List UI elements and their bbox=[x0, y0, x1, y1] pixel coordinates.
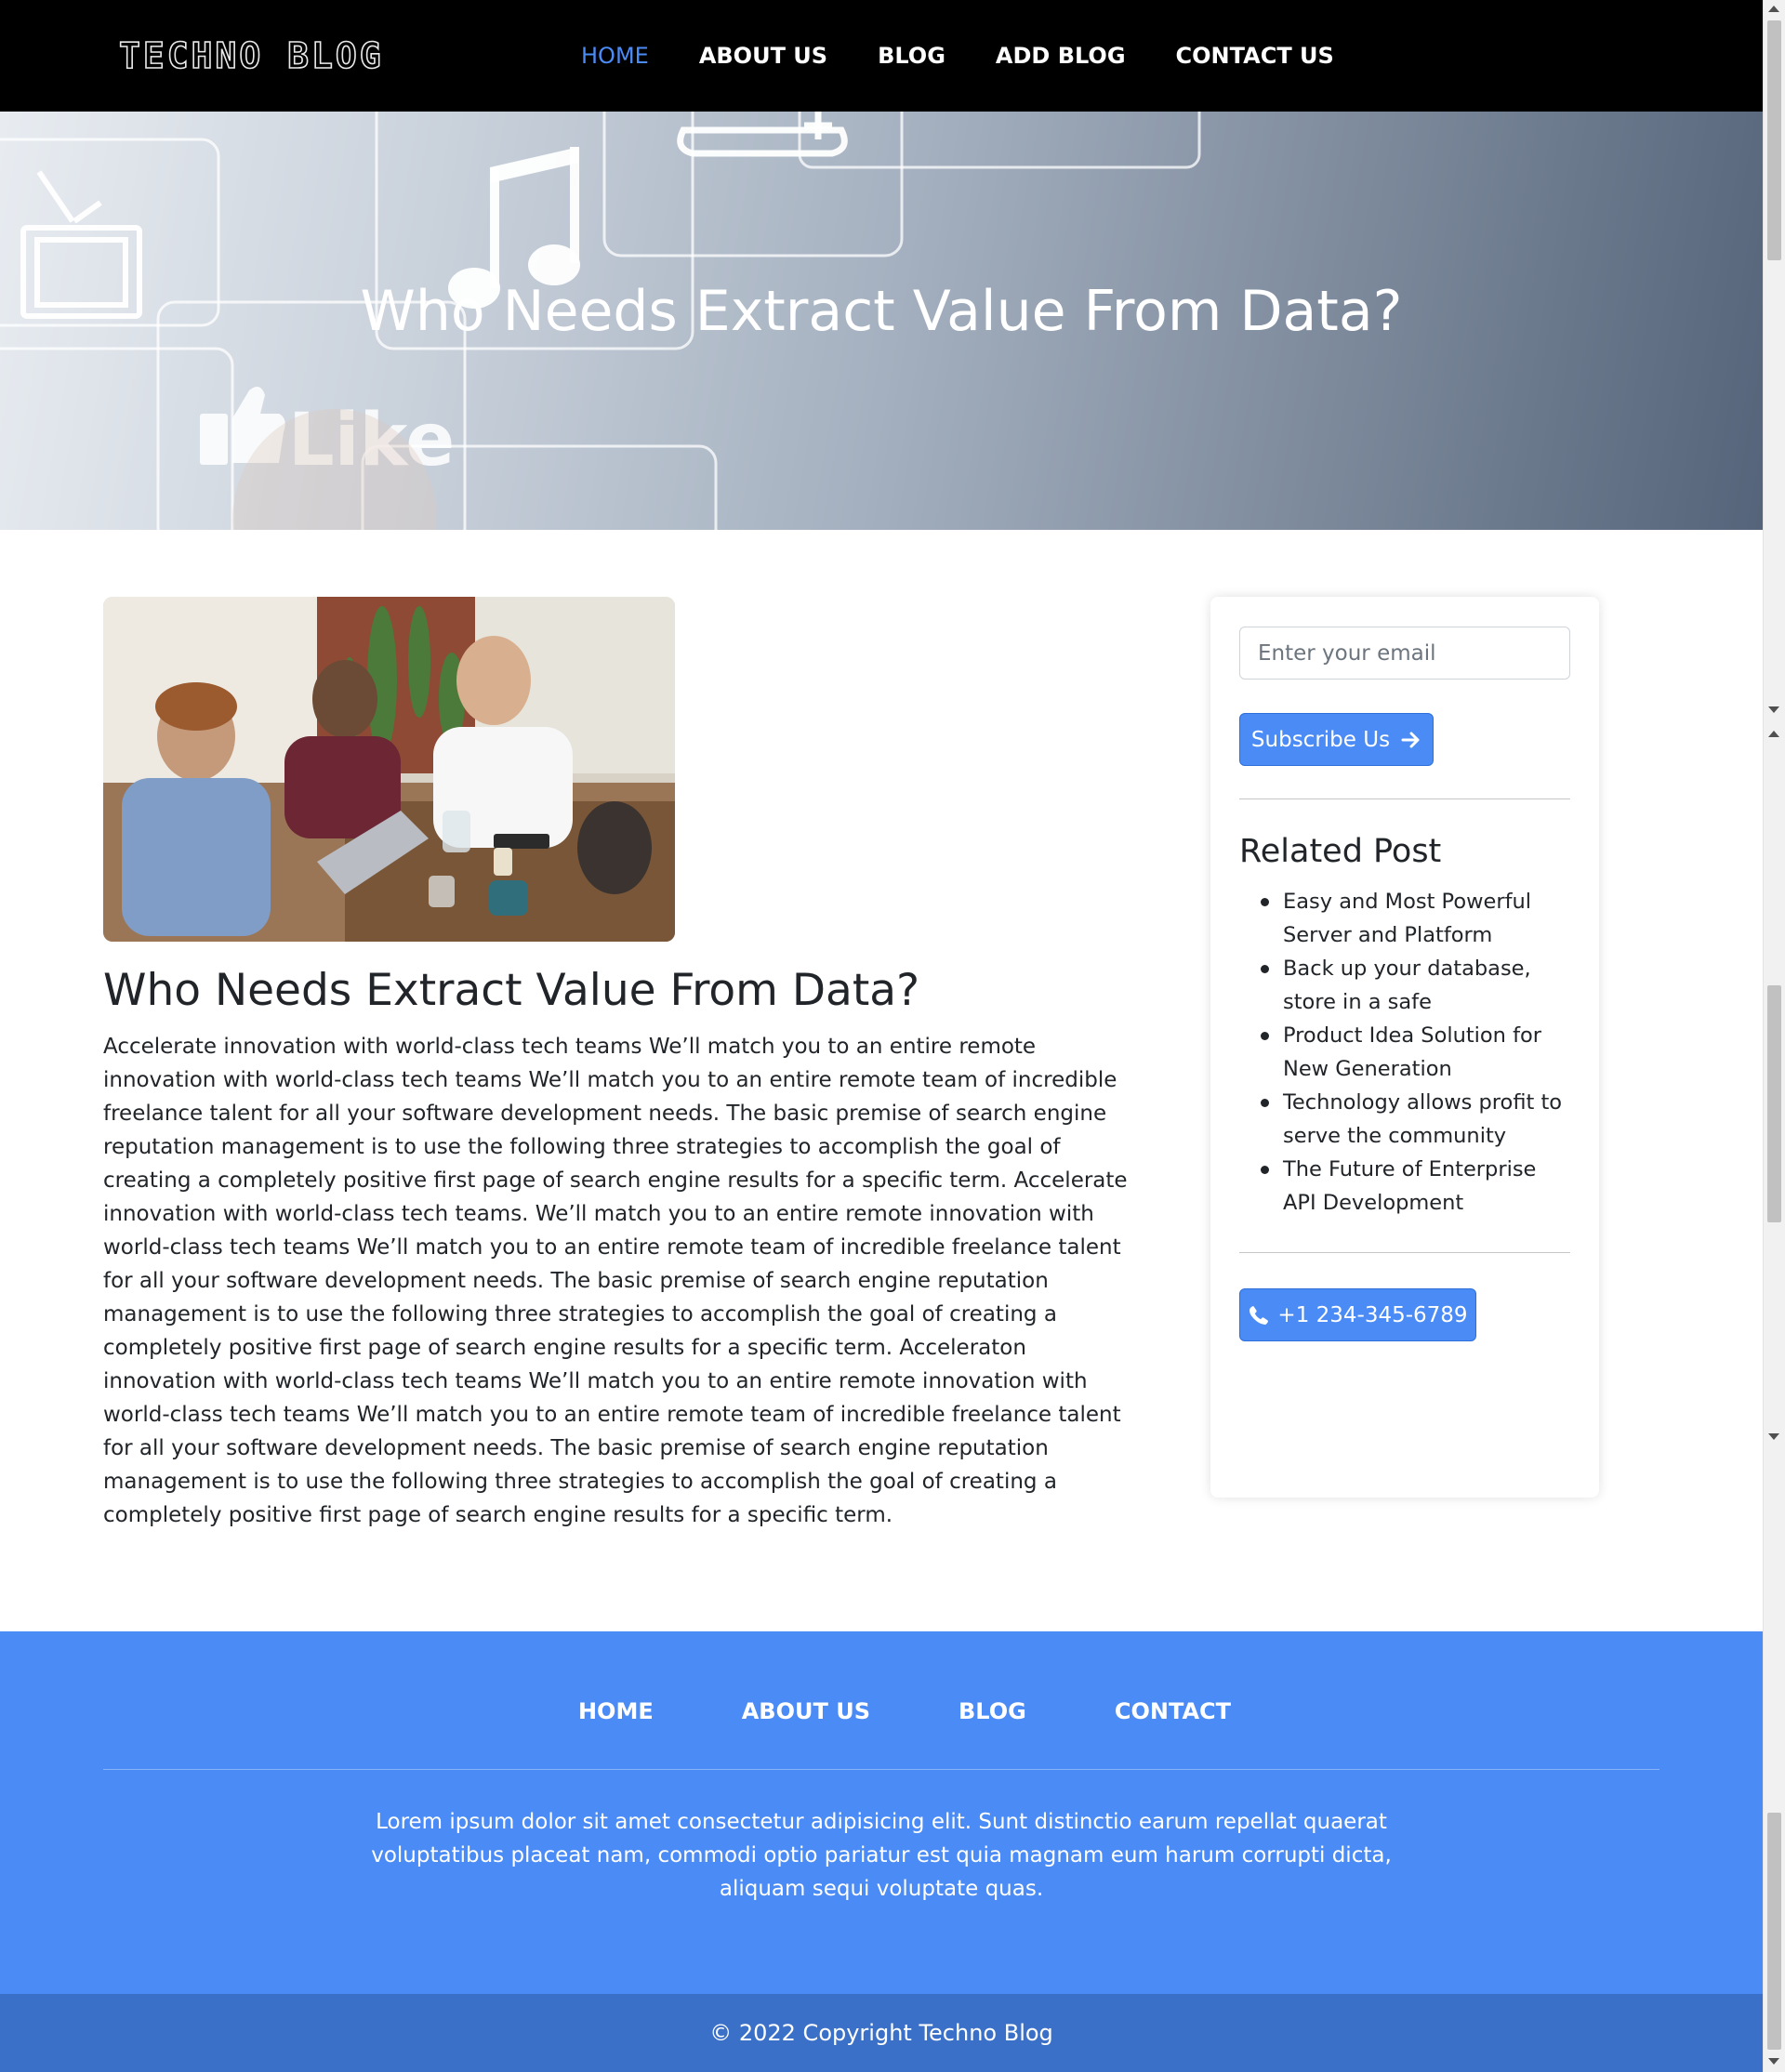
navbar: TECHNO BLOG HOME ABOUT US BLOG ADD BLOG … bbox=[0, 0, 1763, 112]
footer-link-home[interactable]: HOME bbox=[578, 1698, 654, 1724]
copyright-text: © 2022 Copyright Techno Blog bbox=[709, 2020, 1053, 2046]
footer-divider bbox=[103, 1769, 1659, 1770]
scroll-up-arrow[interactable] bbox=[1768, 731, 1779, 737]
footer-links: HOME ABOUT US BLOG CONTACT bbox=[0, 1698, 1763, 1724]
scroll-down-arrow[interactable] bbox=[1768, 2058, 1779, 2065]
copyright-bar: © 2022 Copyright Techno Blog bbox=[0, 1994, 1763, 2072]
sidebar-divider bbox=[1239, 1252, 1570, 1253]
footer-link-blog[interactable]: BLOG bbox=[959, 1698, 1026, 1724]
related-post-item[interactable]: Easy and Most Powerful Server and Platfo… bbox=[1255, 885, 1571, 952]
footer: HOME ABOUT US BLOG CONTACT Lorem ipsum d… bbox=[0, 1631, 1763, 1994]
scroll-thumb[interactable] bbox=[1767, 20, 1781, 260]
scroll-down-arrow[interactable] bbox=[1768, 1433, 1779, 1440]
nav-link-home[interactable]: HOME bbox=[581, 43, 649, 69]
nav-link-blog[interactable]: BLOG bbox=[878, 43, 945, 69]
phone-button[interactable]: +1 234-345-6789 bbox=[1239, 1288, 1476, 1341]
related-post-list: Easy and Most Powerful Server and Platfo… bbox=[1255, 885, 1571, 1220]
related-post-item[interactable]: Product Idea Solution for New Generation bbox=[1255, 1019, 1571, 1086]
scroll-down-arrow[interactable] bbox=[1768, 706, 1779, 713]
phone-icon bbox=[1250, 1305, 1269, 1325]
scroll-thumb[interactable] bbox=[1767, 1813, 1781, 2050]
related-post-item[interactable]: Technology allows profit to serve the co… bbox=[1255, 1086, 1571, 1153]
article-title: Who Needs Extract Value From Data? bbox=[103, 965, 920, 1016]
article-image bbox=[103, 597, 675, 942]
arrow-right-icon bbox=[1401, 732, 1420, 747]
related-post-item[interactable]: The Future of Enterprise API Development bbox=[1255, 1153, 1571, 1220]
footer-link-contact[interactable]: CONTACT bbox=[1115, 1698, 1231, 1724]
scroll-up-arrow[interactable] bbox=[1768, 6, 1779, 12]
related-post-heading: Related Post bbox=[1239, 833, 1442, 870]
hero-title: Who Needs Extract Value From Data? bbox=[360, 279, 1403, 344]
footer-description: Lorem ipsum dolor sit amet consectetur a… bbox=[371, 1810, 1392, 1901]
sidebar-divider bbox=[1239, 798, 1570, 799]
nav-link-contact-us[interactable]: CONTACT US bbox=[1176, 43, 1334, 69]
page-scrollbar[interactable] bbox=[1763, 0, 1785, 2072]
article-body: Accelerate innovation with world-class t… bbox=[103, 1035, 1128, 1527]
site-logo[interactable]: TECHNO BLOG bbox=[118, 34, 384, 77]
related-post-item[interactable]: Back up your database, store in a safe bbox=[1255, 952, 1571, 1019]
nav-links: HOME ABOUT US BLOG ADD BLOG CONTACT US bbox=[581, 0, 1334, 112]
nav-link-add-blog[interactable]: ADD BLOG bbox=[996, 43, 1126, 69]
meeting-photo bbox=[103, 597, 675, 942]
subscribe-button-label: Subscribe Us bbox=[1250, 727, 1391, 752]
footer-link-about-us[interactable]: ABOUT US bbox=[742, 1698, 870, 1724]
sidebar-card: Subscribe Us Related Post Easy and Most … bbox=[1210, 597, 1599, 1498]
hero-banner: Like Who Needs Extract Value From Data? bbox=[0, 112, 1763, 530]
phone-number: +1 234-345-6789 bbox=[1277, 1302, 1468, 1327]
nav-link-about-us[interactable]: ABOUT US bbox=[699, 43, 827, 69]
email-input[interactable] bbox=[1239, 627, 1570, 680]
scroll-thumb[interactable] bbox=[1767, 985, 1781, 1222]
gamepad-icon bbox=[677, 112, 848, 157]
subscribe-button[interactable]: Subscribe Us bbox=[1239, 713, 1434, 766]
